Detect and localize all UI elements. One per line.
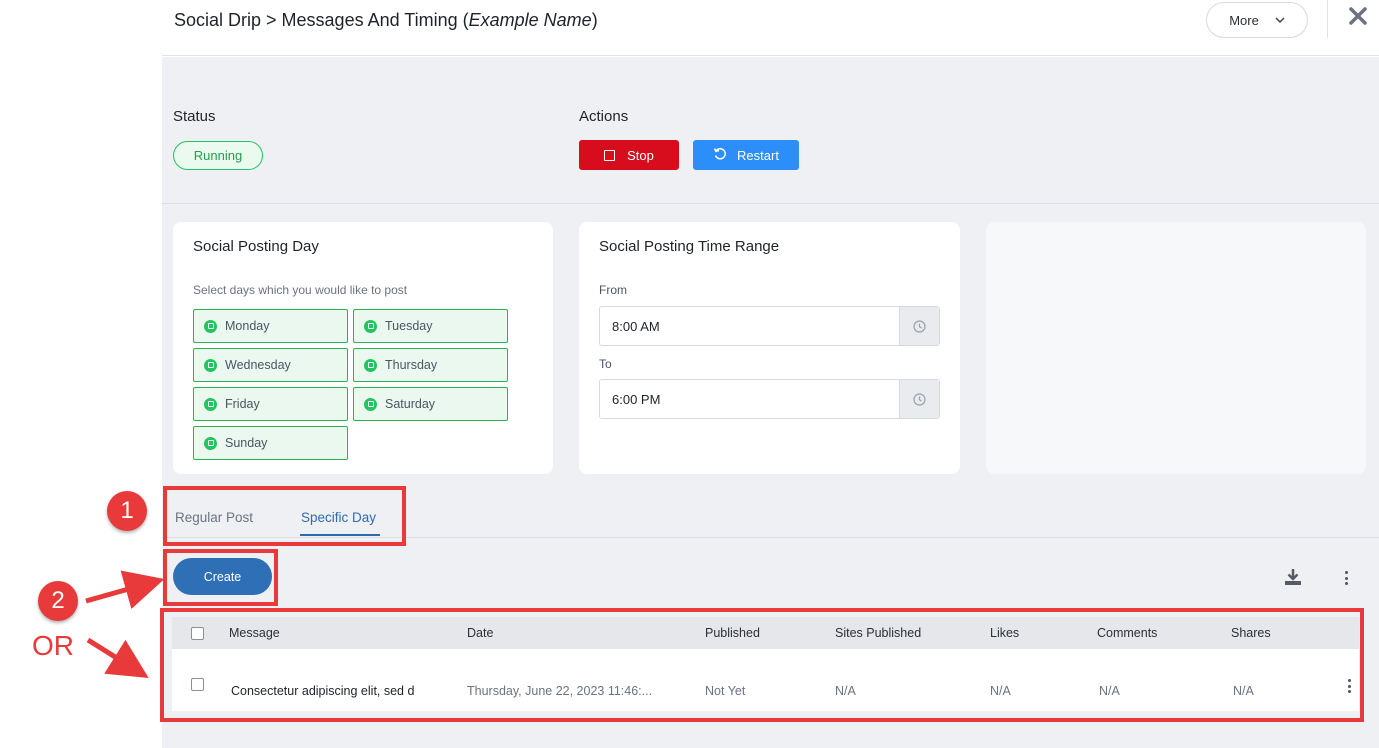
annotation-arrows [85,570,165,678]
page: Social Drip > Messages And Timing (Examp… [0,0,1379,748]
annotation-arrow-create [85,570,165,610]
annotation-arrow-table [86,637,149,678]
